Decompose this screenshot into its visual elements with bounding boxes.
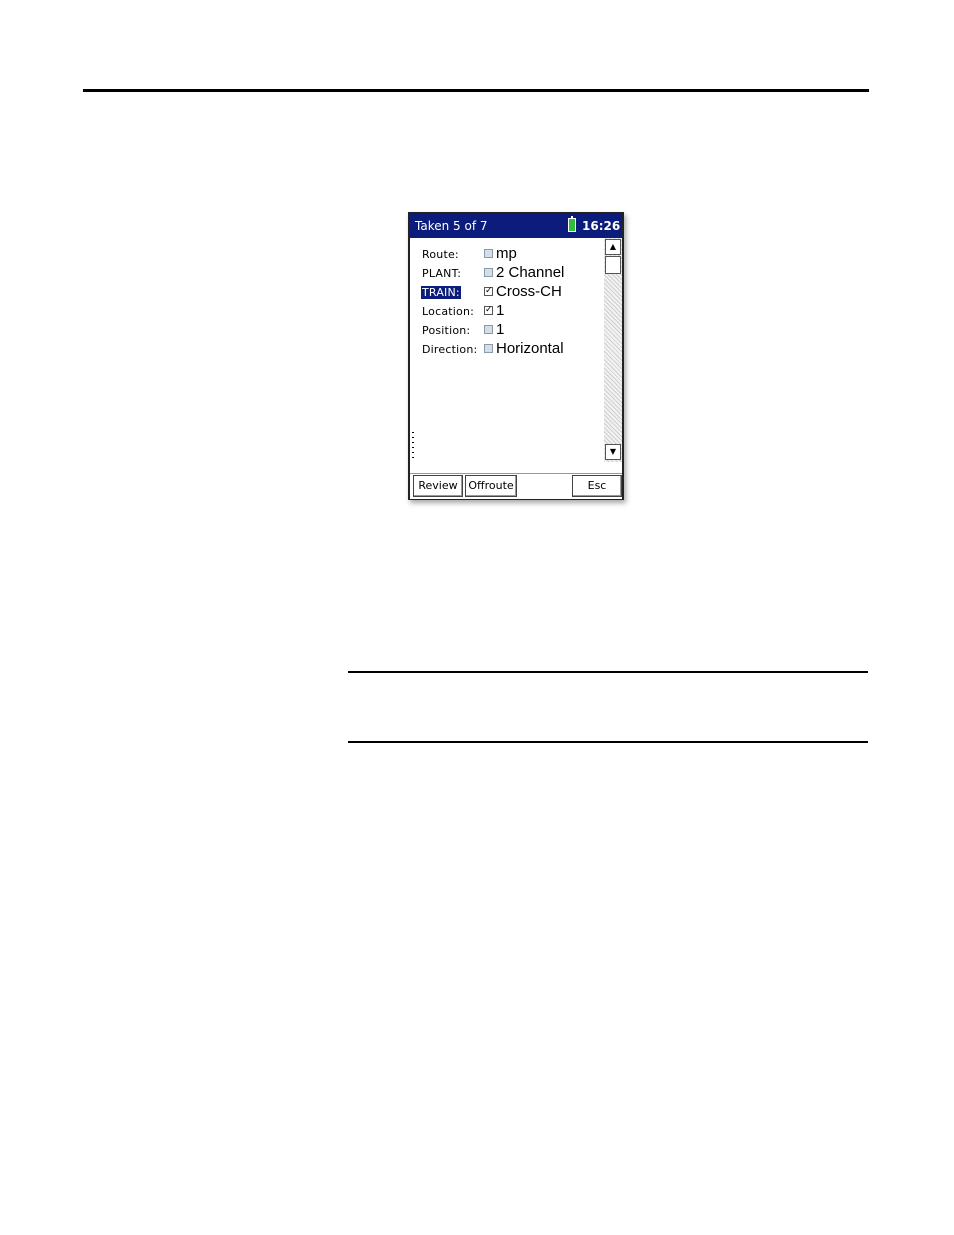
field-row-route[interactable]: Route: mp: [410, 245, 603, 263]
esc-button[interactable]: Esc: [572, 475, 622, 497]
field-row-train[interactable]: TRAIN: ✓ Cross-CH: [410, 283, 603, 301]
note-top-rule: [348, 671, 868, 673]
field-value: 1: [496, 302, 505, 319]
title-bar: Taken 5 of 7 16:26: [410, 214, 622, 238]
field-value: Cross-CH: [496, 283, 562, 300]
battery-icon: [568, 216, 576, 232]
field-label: PLANT:: [422, 267, 462, 280]
field-value: mp: [496, 245, 517, 262]
field-row-location[interactable]: Location: ✓ 1: [410, 302, 603, 320]
drag-handle-dots: [412, 432, 414, 462]
vertical-scrollbar[interactable]: ▲ ▼: [604, 238, 622, 462]
field-checkbox[interactable]: [484, 325, 493, 334]
offroute-button[interactable]: Offroute: [465, 475, 517, 497]
field-value: Horizontal: [496, 340, 564, 357]
field-checkbox[interactable]: [484, 249, 493, 258]
scroll-up-icon[interactable]: ▲: [605, 239, 621, 255]
field-checkbox[interactable]: [484, 344, 493, 353]
field-list: Route: mp PLANT: 2 Channel TRAIN: ✓ Cros…: [410, 238, 603, 473]
scroll-thumb[interactable]: [605, 256, 621, 274]
field-row-direction[interactable]: Direction: Horizontal: [410, 340, 603, 358]
field-value: 2 Channel: [496, 264, 565, 281]
field-row-position[interactable]: Position: 1: [410, 321, 603, 339]
screen-title: Taken 5 of 7: [415, 219, 488, 233]
field-label: Position:: [422, 324, 471, 337]
field-checkbox-checked[interactable]: ✓: [484, 306, 493, 315]
field-label: Route:: [422, 248, 459, 261]
review-button[interactable]: Review: [413, 475, 463, 497]
field-label: Direction:: [422, 343, 478, 356]
field-checkbox[interactable]: [484, 268, 493, 277]
field-label: Location:: [422, 305, 475, 318]
field-value: 1: [496, 321, 505, 338]
note-bottom-rule: [348, 741, 868, 743]
clock: 16:26: [582, 219, 621, 233]
device-screen: Taken 5 of 7 16:26 Route: mp PLANT: 2 Ch…: [408, 212, 624, 500]
softkey-bar: Review Offroute Esc: [410, 473, 622, 499]
field-row-plant[interactable]: PLANT: 2 Channel: [410, 264, 603, 282]
field-checkbox-checked[interactable]: ✓: [484, 287, 493, 296]
field-label-selected: TRAIN:: [421, 286, 461, 299]
page-top-rule: [83, 89, 869, 92]
scroll-down-icon[interactable]: ▼: [605, 444, 621, 460]
